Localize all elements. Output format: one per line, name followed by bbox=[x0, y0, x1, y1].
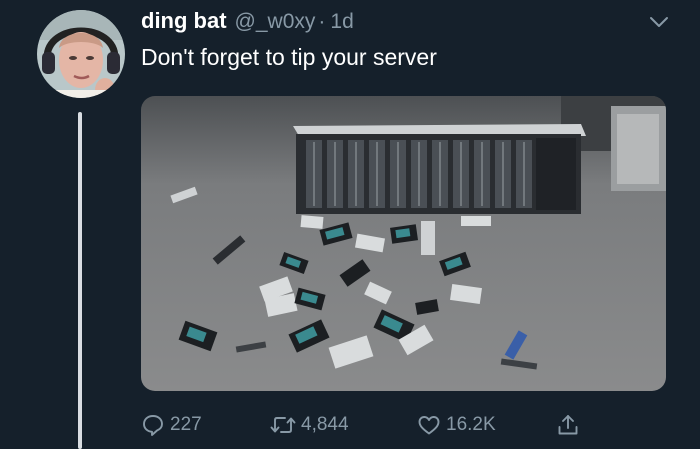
timestamp[interactable]: 1d bbox=[330, 10, 353, 34]
tweet-media-image[interactable] bbox=[141, 96, 666, 391]
share-upload-icon bbox=[556, 413, 580, 437]
separator-dot: · bbox=[318, 10, 326, 33]
user-handle[interactable]: @_w0xy bbox=[235, 10, 316, 34]
tweet-text: Don't forget to tip your server bbox=[141, 44, 437, 70]
avatar[interactable] bbox=[37, 10, 125, 98]
reply-count: 227 bbox=[170, 414, 202, 435]
thread-line bbox=[78, 112, 82, 449]
display-name[interactable]: ding bat bbox=[141, 8, 227, 34]
retweet-button[interactable]: 4,844 bbox=[270, 412, 349, 438]
heart-icon bbox=[417, 413, 441, 437]
reply-bubble-icon bbox=[141, 413, 165, 437]
like-button[interactable]: 16.2K bbox=[417, 412, 496, 438]
share-button[interactable] bbox=[556, 412, 580, 438]
retweet-arrows-icon bbox=[270, 413, 296, 437]
reply-button[interactable]: 227 bbox=[141, 412, 202, 438]
retweet-count: 4,844 bbox=[301, 414, 349, 435]
like-count: 16.2K bbox=[446, 414, 496, 435]
chevron-down-icon[interactable] bbox=[647, 10, 671, 34]
tweet-header: ding bat @_w0xy · 1d bbox=[141, 8, 354, 36]
